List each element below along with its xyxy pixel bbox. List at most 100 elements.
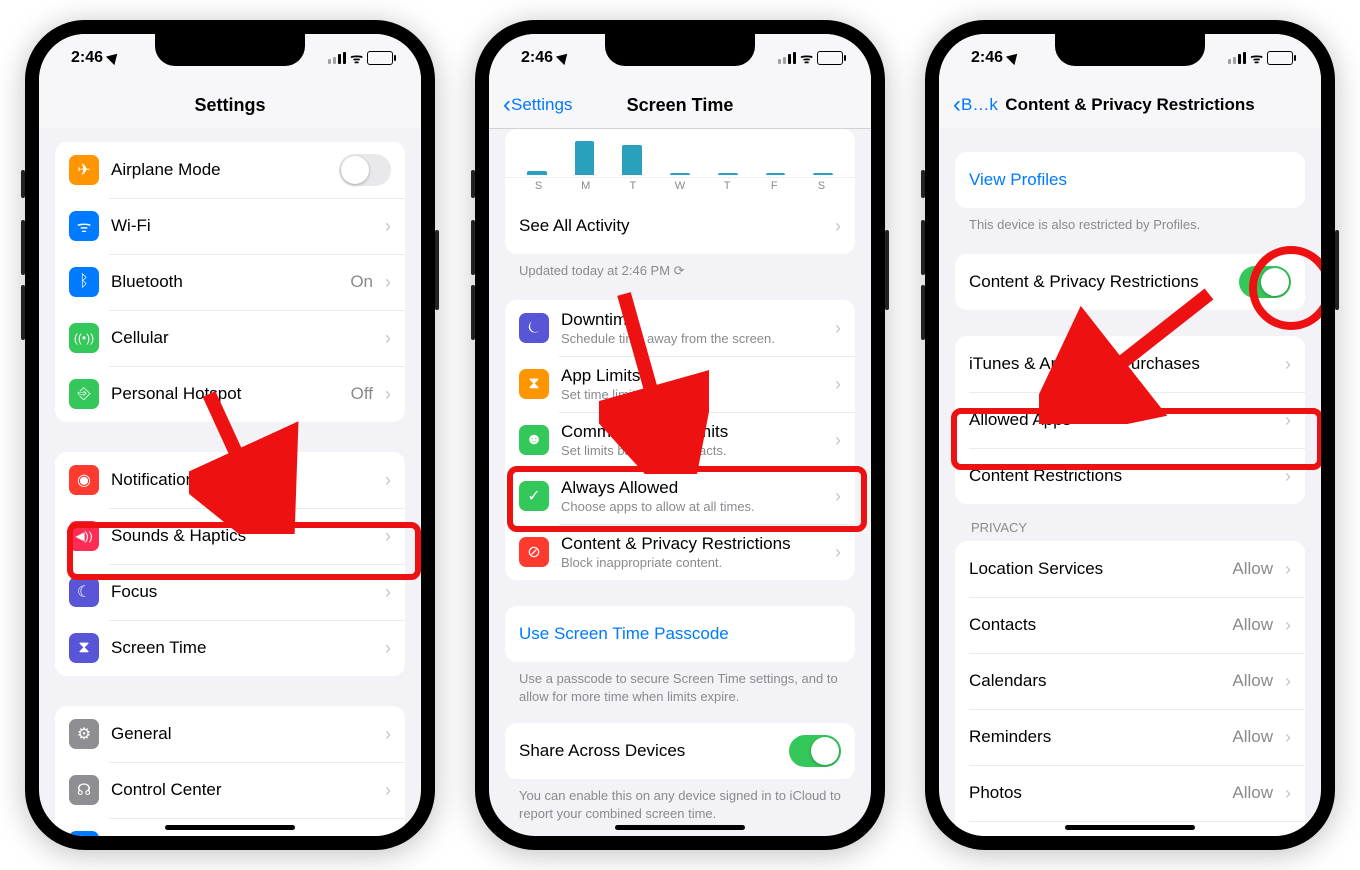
cellular-icon <box>778 52 796 64</box>
row-wifi[interactable]: ᯤ Wi-Fi › <box>55 198 405 254</box>
row-content-privacy-restrictions[interactable]: ⊘ Content & Privacy RestrictionsBlock in… <box>505 524 855 580</box>
row-cpr-toggle[interactable]: Content & Privacy Restrictions <box>955 254 1305 310</box>
row-value: On <box>350 272 373 292</box>
cellular-settings-icon: ((•)) <box>69 323 99 353</box>
row-label: Personal Hotspot <box>111 384 339 404</box>
back-button[interactable]: ‹Settings <box>503 82 572 128</box>
device-group: ⚙ General › ☊ Control Center › AA Displa… <box>55 706 405 836</box>
activity-group: See All Activity › <box>505 198 855 254</box>
row-location-services[interactable]: Location ServicesAllow› <box>955 541 1305 597</box>
row-subtitle: Schedule time away from the screen. <box>561 331 823 346</box>
row-label: Content & Privacy Restrictions <box>561 534 823 554</box>
chevron-right-icon: › <box>385 328 391 349</box>
chevron-right-icon: › <box>385 272 391 293</box>
row-personal-hotspot[interactable]: ⎆ Personal Hotspot Off › <box>55 366 405 422</box>
master-toggle-group: Content & Privacy Restrictions <box>955 254 1305 310</box>
row-bluetooth[interactable]: ᛒ Bluetooth On › <box>55 254 405 310</box>
row-contacts[interactable]: ContactsAllow› <box>955 597 1305 653</box>
status-time: 2:46 <box>71 49 103 67</box>
phone-content-restrictions: 2:46 ᯤ ‹B…k Content & Privacy Restrictio… <box>925 20 1335 850</box>
row-label: Share Across Devices <box>519 741 777 761</box>
comm-limits-icon: ☻ <box>519 425 549 455</box>
chevron-right-icon: › <box>835 318 841 339</box>
row-label: See All Activity <box>519 216 823 236</box>
row-always-allowed[interactable]: ✓ Always AllowedChoose apps to allow at … <box>505 468 855 524</box>
row-share-across-devices[interactable]: Share Across Devices <box>505 723 855 779</box>
chevron-right-icon: › <box>1285 466 1291 487</box>
row-label: Location Services <box>969 559 1220 579</box>
updated-footer: Updated today at 2:46 PM ⟳ <box>489 254 871 282</box>
home-indicator[interactable] <box>1065 825 1195 830</box>
row-itunes-purchases[interactable]: iTunes & App Store Purchases › <box>955 336 1305 392</box>
row-communication-limits[interactable]: ☻ Communication LimitsSet limits based o… <box>505 412 855 468</box>
chevron-right-icon: › <box>835 542 841 563</box>
row-screen-time[interactable]: ⧗ Screen Time › <box>55 620 405 676</box>
row-calendars[interactable]: CalendarsAllow› <box>955 653 1305 709</box>
row-subtitle: Choose apps to allow at all times. <box>561 499 823 514</box>
row-reminders[interactable]: RemindersAllow› <box>955 709 1305 765</box>
location-icon <box>106 50 122 66</box>
status-time: 2:46 <box>521 49 553 67</box>
chevron-right-icon: › <box>1285 615 1291 636</box>
row-downtime[interactable]: ⏾ DowntimeSchedule time away from the sc… <box>505 300 855 356</box>
row-notifications[interactable]: ◉ Notifications › <box>55 452 405 508</box>
row-cellular[interactable]: ((•)) Cellular › <box>55 310 405 366</box>
row-use-passcode[interactable]: Use Screen Time Passcode <box>505 606 855 662</box>
phone-settings: 2:46 ᯤ Settings ✈ Airplane Mode ᯤ Wi-Fi <box>25 20 435 850</box>
home-indicator[interactable] <box>165 825 295 830</box>
app-limits-icon: ⧗ <box>519 369 549 399</box>
row-content-restrictions[interactable]: Content Restrictions › <box>955 448 1305 504</box>
row-sounds-haptics[interactable]: ◀)) Sounds & Haptics › <box>55 508 405 564</box>
airplane-toggle[interactable] <box>339 154 391 186</box>
wifi-icon: ᯤ <box>1250 49 1263 68</box>
page-title: Settings <box>194 95 265 116</box>
weekly-chart[interactable] <box>505 129 855 178</box>
row-control-center[interactable]: ☊ Control Center › <box>55 762 405 818</box>
wifi-icon: ᯤ <box>350 49 363 68</box>
row-label: Screen Time <box>111 638 373 658</box>
notifications-icon: ◉ <box>69 465 99 495</box>
chevron-right-icon: › <box>1285 783 1291 804</box>
back-button[interactable]: ‹B…k <box>953 82 998 128</box>
row-label: App Limits <box>561 366 823 386</box>
chart-day-labels: SMTWTFS <box>505 178 855 198</box>
restrictions-icon: ⊘ <box>519 537 549 567</box>
limits-group: ⏾ DowntimeSchedule time away from the sc… <box>505 300 855 580</box>
chevron-right-icon: › <box>835 374 841 395</box>
home-indicator[interactable] <box>615 825 745 830</box>
row-allowed-apps[interactable]: Allowed Apps › <box>955 392 1305 448</box>
cpr-toggle[interactable] <box>1239 266 1291 298</box>
row-focus[interactable]: ☾ Focus › <box>55 564 405 620</box>
row-subtitle: Set time limits for apps. <box>561 387 823 402</box>
row-label: Calendars <box>969 671 1220 691</box>
profiles-footer: This device is also restricted by Profil… <box>939 208 1321 236</box>
chevron-right-icon: › <box>385 836 391 837</box>
share-toggle[interactable] <box>789 735 841 767</box>
share-group: Share Across Devices <box>505 723 855 779</box>
row-label: Notifications <box>111 470 373 490</box>
row-see-all-activity[interactable]: See All Activity › <box>505 198 855 254</box>
passcode-footer: Use a passcode to secure Screen Time set… <box>489 662 871 708</box>
row-value: Allow <box>1232 783 1273 803</box>
row-value: Allow <box>1232 615 1273 635</box>
row-airplane-mode[interactable]: ✈ Airplane Mode <box>55 142 405 198</box>
row-label: Use Screen Time Passcode <box>519 624 841 644</box>
row-general[interactable]: ⚙ General › <box>55 706 405 762</box>
wifi-settings-icon: ᯤ <box>69 211 99 241</box>
row-app-limits[interactable]: ⧗ App LimitsSet time limits for apps. › <box>505 356 855 412</box>
downtime-icon: ⏾ <box>519 313 549 343</box>
notch <box>1055 34 1205 66</box>
sounds-icon: ◀)) <box>69 521 99 551</box>
airplane-icon: ✈ <box>69 155 99 185</box>
row-label: Bluetooth <box>111 272 338 292</box>
focus-icon: ☾ <box>69 577 99 607</box>
chevron-right-icon: › <box>1285 410 1291 431</box>
notch <box>605 34 755 66</box>
privacy-group: Location ServicesAllow› ContactsAllow› C… <box>955 541 1305 836</box>
chevron-right-icon: › <box>1285 559 1291 580</box>
nav-bar: ‹B…k Content & Privacy Restrictions <box>939 82 1321 128</box>
passcode-group: Use Screen Time Passcode <box>505 606 855 662</box>
row-photos[interactable]: PhotosAllow› <box>955 765 1305 821</box>
row-view-profiles[interactable]: View Profiles <box>955 152 1305 208</box>
row-value: Allow <box>1232 727 1273 747</box>
